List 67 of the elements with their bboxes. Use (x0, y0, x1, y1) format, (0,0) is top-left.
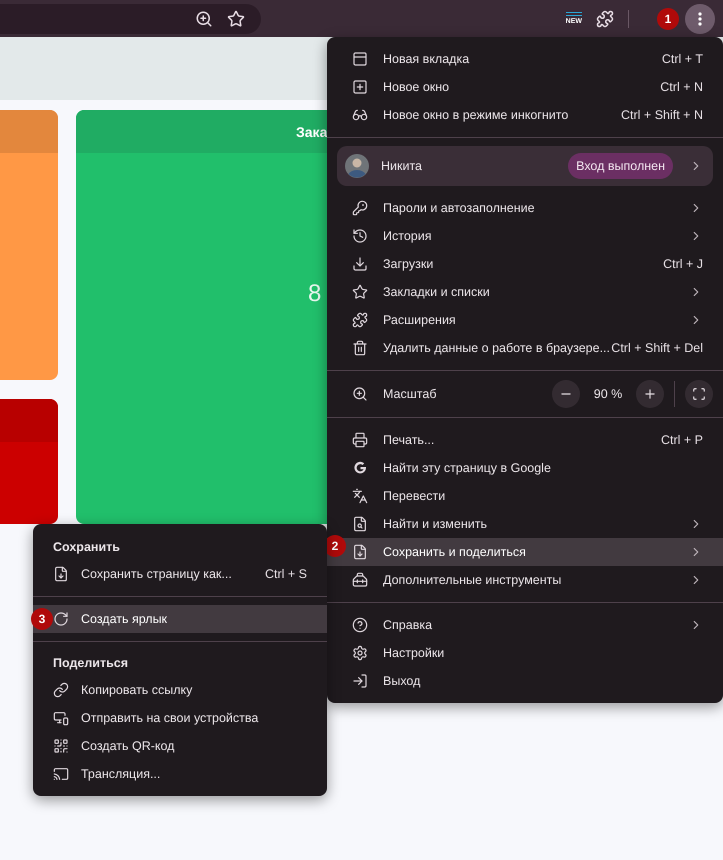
settings-icon (352, 645, 368, 661)
history-icon (352, 228, 368, 244)
menu-item[interactable]: Отправить на свои устройства (33, 704, 327, 732)
incognito-icon (352, 107, 368, 123)
fullscreen-icon (692, 387, 706, 401)
file-search-icon (352, 516, 368, 532)
menu-item[interactable]: Настройки (327, 639, 723, 667)
zoom-value: 90 % (592, 387, 624, 401)
menu-item[interactable]: Пароли и автозаполнение (327, 194, 723, 222)
plus-icon (643, 387, 657, 401)
bookmark-star-icon[interactable] (226, 10, 245, 28)
menu-item[interactable]: Справка (327, 611, 723, 639)
signed-in-badge: Вход выполнен (568, 153, 673, 179)
printer-icon (352, 432, 368, 448)
zoom-icon (352, 386, 368, 402)
new-tab-icon (352, 51, 368, 67)
menu-item[interactable]: Удалить данные о работе в браузере...Ctrl + Shift + Del (327, 334, 723, 362)
menu-item[interactable]: Новая вкладка Ctrl + T (327, 45, 723, 73)
menu-item[interactable]: Найти и изменить (327, 510, 723, 538)
puzzle-icon (352, 312, 368, 328)
card-title: Зака (296, 124, 328, 140)
devices-icon (53, 710, 69, 726)
menu-item[interactable]: Расширения (327, 306, 723, 334)
puzzle-icon[interactable] (596, 10, 614, 28)
toolbox-icon (352, 572, 368, 588)
google-icon (352, 460, 368, 476)
menu-item[interactable]: Создать QR-код (33, 732, 327, 760)
menu-item[interactable]: Новое окно Ctrl + N (327, 73, 723, 101)
card-value: 8 (308, 280, 322, 308)
menu-item[interactable]: Найти эту страницу в Google (327, 454, 723, 482)
menu-item[interactable]: Выход (327, 667, 723, 695)
exit-icon (352, 673, 368, 689)
menu-item[interactable]: Дополнительные инструменты (327, 566, 723, 594)
zoom-in-button[interactable] (636, 380, 664, 408)
trash-icon (352, 340, 368, 356)
menu-item[interactable]: Сохранить страницу как... Ctrl + S (33, 560, 327, 588)
cast-icon (53, 766, 69, 782)
star-icon (352, 284, 368, 300)
curved-arrow-icon (53, 611, 69, 627)
address-bar[interactable] (0, 4, 261, 34)
help-icon (352, 617, 368, 633)
link-icon (53, 682, 69, 698)
menu-item[interactable]: Новое окно в режиме инкогнито Ctrl + Shift + N (327, 101, 723, 129)
menu-item[interactable]: Закладки и списки (327, 278, 723, 306)
menu-item[interactable]: Копировать ссылку (33, 676, 327, 704)
menu-item[interactable]: История (327, 222, 723, 250)
fullscreen-button[interactable] (685, 380, 713, 408)
download-icon (352, 256, 368, 272)
zoom-icon[interactable] (194, 10, 213, 28)
zoom-out-button[interactable] (552, 380, 580, 408)
avatar (345, 154, 369, 178)
profile-item[interactable]: Никита Вход выполнен (337, 146, 713, 186)
submenu-heading: Сохранить (52, 539, 121, 556)
menu-button[interactable] (685, 4, 715, 34)
submenu-heading: Поделиться (52, 655, 130, 672)
key-icon (352, 200, 368, 216)
menu-item[interactable]: Печать... Ctrl + P (327, 426, 723, 454)
menu-item[interactable]: Трансляция... (33, 760, 327, 788)
qr-code-icon (53, 738, 69, 754)
kebab-icon (698, 12, 702, 26)
menu-item[interactable]: Перевести (327, 482, 723, 510)
menu-item[interactable]: Загрузки Ctrl + J (327, 250, 723, 278)
file-download-icon (53, 566, 69, 582)
file-download-icon (352, 544, 368, 560)
new-window-icon (352, 79, 368, 95)
profile-name: Никита (381, 159, 423, 173)
translate-icon (352, 488, 368, 504)
